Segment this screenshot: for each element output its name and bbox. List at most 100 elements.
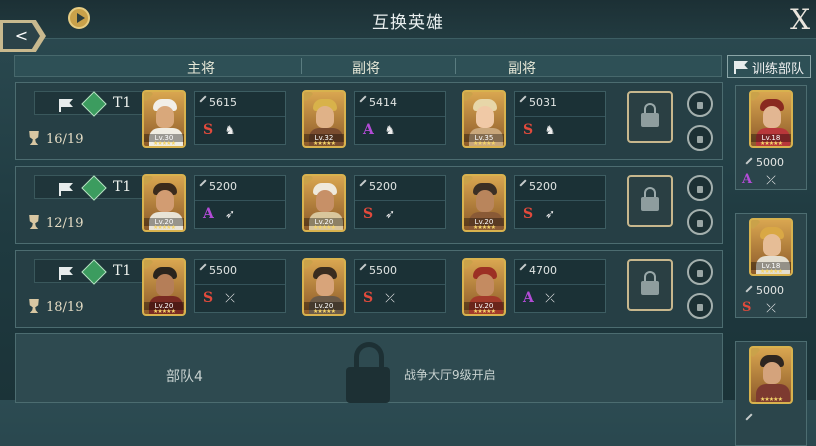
squad-controls[interactable]: T1 (34, 175, 144, 201)
star-icons: ★★★★★ (473, 140, 496, 147)
hero-info: 5500 S ⤫ (354, 259, 446, 313)
hero-portrait[interactable]: Lv.20 ★★★★★ (462, 258, 506, 316)
star-icons: ★★★★★ (760, 140, 783, 147)
hero-grade: A (203, 206, 214, 222)
column-header: 主将 副将 副将 (14, 55, 722, 77)
hero-grade: S (363, 290, 374, 306)
hero-face (476, 106, 494, 128)
rank-badge-icon (144, 92, 154, 102)
bow-icon: ⤫ (385, 291, 395, 305)
rank-badge-icon (464, 92, 474, 102)
trophy-icon (29, 299, 39, 313)
rank-badge-icon (751, 220, 761, 230)
lock-icon[interactable] (687, 125, 713, 151)
lock-icon (346, 342, 390, 403)
page-title: 互换英雄 (372, 13, 444, 33)
locked-slot[interactable] (627, 259, 673, 311)
hero-portrait[interactable]: Lv.35 ★★★★★ (462, 90, 506, 148)
locked-slot[interactable] (627, 91, 673, 143)
hero-portrait[interactable]: Lv.20 ★★★★★ (462, 174, 506, 232)
training-hero-list: Lv.18 ★★★★★ 5000 A ⤫ Lv.18 ★★★★★ 5000 S … (731, 85, 811, 446)
power-icon (359, 263, 367, 271)
divider (455, 58, 456, 74)
flag-icon[interactable] (59, 183, 73, 196)
rank-badge-icon (304, 176, 314, 186)
col-vice-general-2: 副将 (508, 61, 536, 77)
lock-icon[interactable] (687, 91, 713, 117)
hero-grade: S (742, 300, 752, 315)
divider (355, 284, 445, 285)
hero-face (316, 106, 334, 128)
hero-grade: S (523, 206, 534, 222)
star-icons: ★★★★★ (153, 224, 176, 231)
squad-row: T1 12/19 Lv.20 ★★★★★ 5200 A ➶ Lv.20 ★★★★… (15, 166, 723, 244)
trophy-icon (29, 131, 39, 145)
power-icon (745, 285, 753, 293)
rank-badge-icon (144, 176, 154, 186)
squad-controls[interactable]: T1 (34, 91, 144, 117)
hero-face (316, 190, 334, 212)
hero-portrait[interactable]: Lv.20 ★★★★★ (302, 258, 346, 316)
hero-grade: S (203, 290, 214, 306)
squad-controls[interactable]: T1 (34, 259, 144, 285)
flag-icon[interactable] (59, 99, 73, 112)
hero-power: 5000 (756, 156, 784, 169)
troop-type-icon (81, 175, 107, 201)
power-icon (519, 95, 527, 103)
training-troops-tab[interactable]: 训练部队 (727, 55, 811, 78)
bow-icon: ⤫ (225, 291, 235, 305)
lock-icon[interactable] (687, 175, 713, 201)
hero-portrait[interactable]: Lv.18 ★★★★★ (749, 218, 793, 276)
flag-icon[interactable] (59, 267, 73, 280)
squad-row: T1 18/19 Lv.20 ★★★★★ 5500 S ⤫ Lv.20 ★★★★… (15, 250, 723, 328)
rank-badge-icon (464, 176, 474, 186)
training-hero-card[interactable]: ★★★★★ (735, 341, 807, 446)
squad-4-locked: 部队4 战争大厅9级开启 (15, 333, 723, 403)
rank-badge-icon (464, 260, 474, 270)
hero-info: 5414 A ♞ (354, 91, 446, 145)
hero-portrait[interactable]: ★★★★★ (749, 346, 793, 404)
squad-row: T1 16/19 Lv.30 ★★★★★ 5615 S ♞ Lv.32 ★★★★… (15, 82, 723, 160)
hero-power: 5000 (756, 284, 784, 297)
hero-power: 5200 (209, 180, 237, 193)
tier-label: T1 (113, 263, 132, 279)
hero-info: 5200 A ➶ (194, 175, 286, 229)
hero-portrait[interactable]: Lv.30 ★★★★★ (142, 90, 186, 148)
power-icon (359, 95, 367, 103)
power-icon (199, 95, 207, 103)
training-hero-card[interactable]: Lv.18 ★★★★★ 5000 S ⤫ (735, 213, 807, 318)
rank-badge-icon (304, 260, 314, 270)
troop-type-icon (81, 91, 107, 117)
star-icons: ★★★★★ (313, 308, 336, 315)
training-hero-card[interactable]: Lv.18 ★★★★★ 5000 A ⤫ (735, 85, 807, 190)
locked-slot[interactable] (627, 175, 673, 227)
hero-portrait[interactable]: Lv.32 ★★★★★ (302, 90, 346, 148)
tier-label: T1 (113, 179, 132, 195)
star-icons: ★★★★★ (153, 308, 176, 315)
star-icons: ★★★★★ (313, 224, 336, 231)
hero-portrait[interactable]: Lv.20 ★★★★★ (302, 174, 346, 232)
hero-portrait[interactable]: Lv.18 ★★★★★ (749, 90, 793, 148)
col-main-general: 主将 (187, 61, 215, 77)
divider (195, 200, 285, 201)
lock-icon[interactable] (687, 293, 713, 319)
hero-face (763, 234, 781, 256)
hero-portrait[interactable]: Lv.20 ★★★★★ (142, 174, 186, 232)
hero-power: 4700 (529, 264, 557, 277)
squad-4-name: 部队4 (166, 369, 203, 385)
lock-icon[interactable] (687, 209, 713, 235)
trophy-icon (29, 215, 39, 229)
hero-portrait[interactable]: Lv.20 ★★★★★ (142, 258, 186, 316)
hero-face (316, 274, 334, 296)
divider (195, 284, 285, 285)
unlock-requirement: 战争大厅9级开启 (404, 368, 496, 382)
hero-info: 5615 S ♞ (194, 91, 286, 145)
hero-face (763, 106, 781, 128)
hero-info: 5200 S ➶ (514, 175, 606, 229)
lock-icon (641, 271, 659, 297)
lock-icon[interactable] (687, 259, 713, 285)
rank-badge-icon (144, 260, 154, 270)
close-button[interactable]: X (790, 3, 810, 36)
troop-type-icon (81, 259, 107, 285)
troop-count: 12/19 (46, 216, 84, 231)
